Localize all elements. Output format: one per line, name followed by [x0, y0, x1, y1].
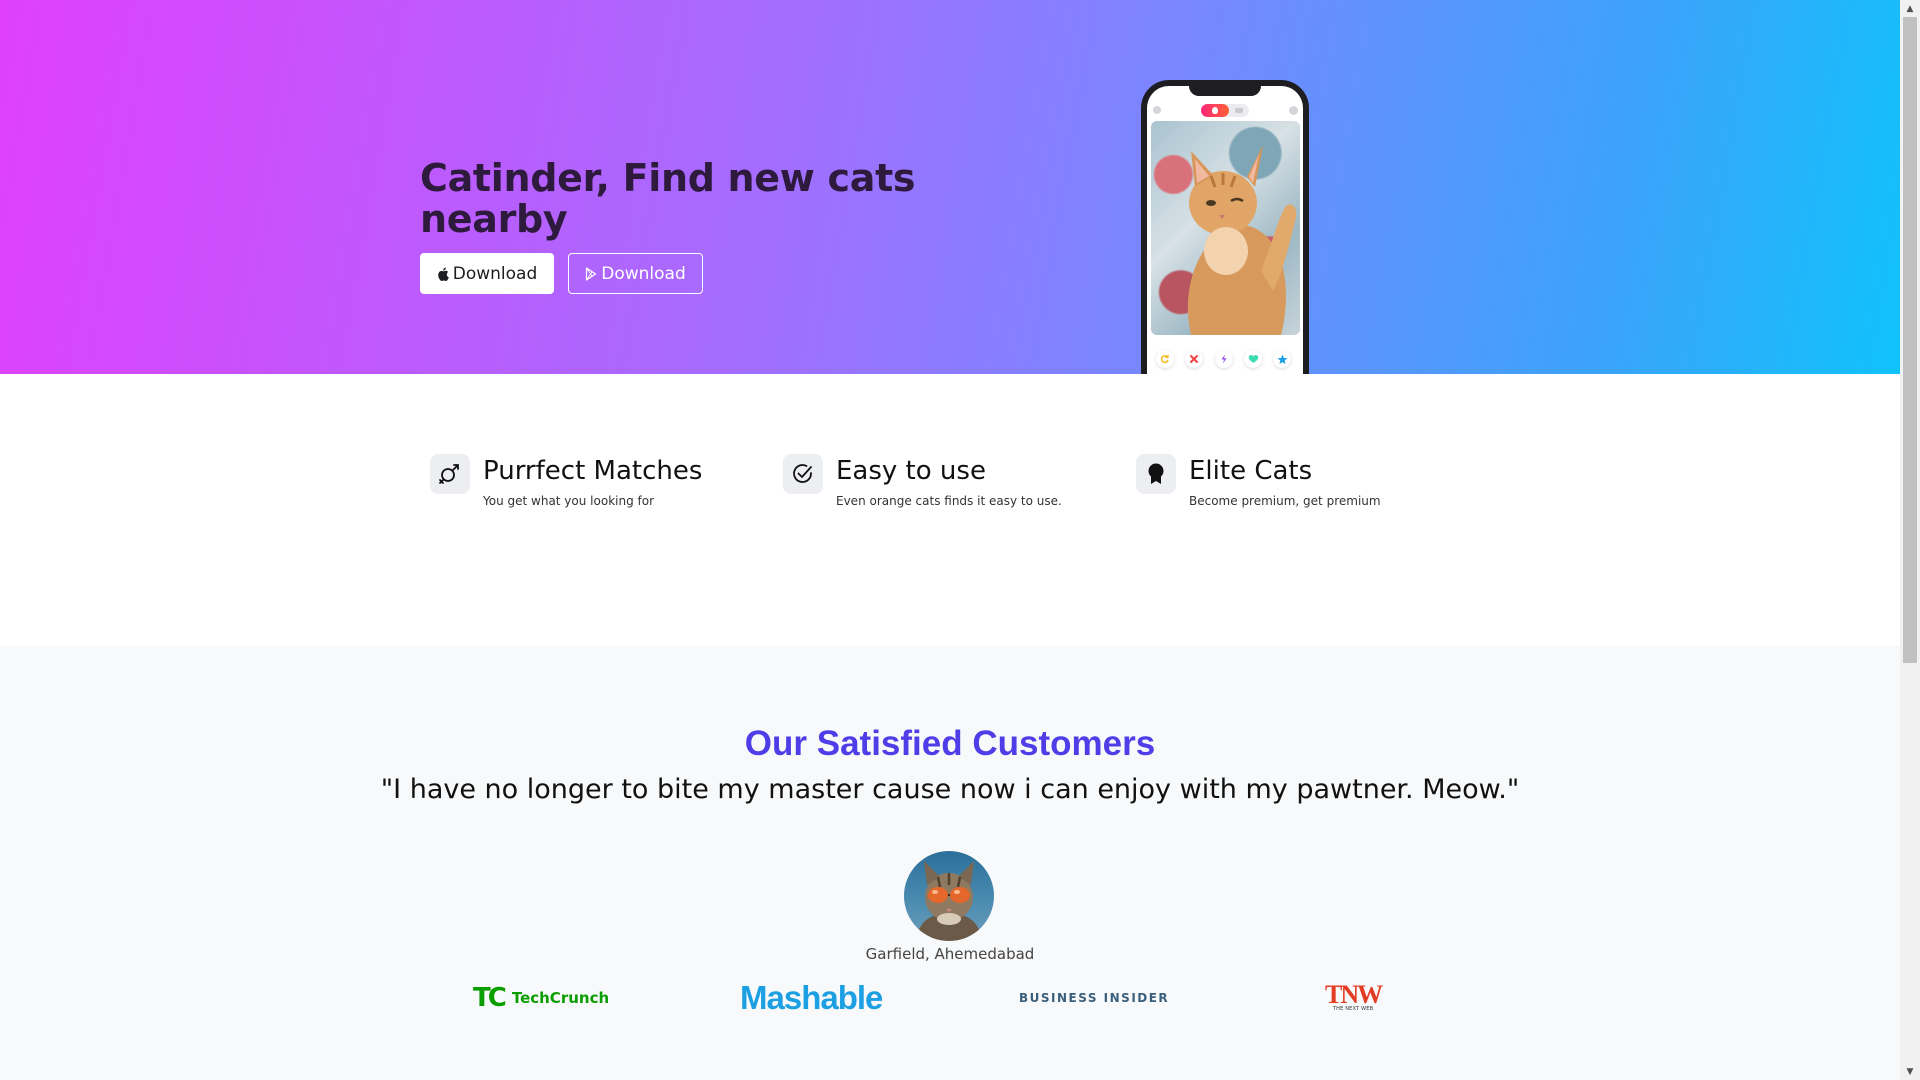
techcrunch-wordmark: TechCrunch	[511, 989, 610, 1007]
app-topbar	[1147, 103, 1303, 117]
testimonial-quote: "I have no longer to bite my master caus…	[380, 774, 1520, 805]
gender-symbol-icon	[430, 454, 470, 494]
feature-title: Easy to use	[836, 456, 986, 486]
rewind-icon	[1156, 350, 1174, 368]
feature-title: Elite Cats	[1189, 456, 1313, 486]
feature-purrfect-matches: Purrfect Matches You get what you lookin…	[430, 454, 750, 524]
hero-title: Catinder, Find new cats nearby	[420, 156, 916, 241]
grid-icon	[1235, 108, 1243, 113]
heart-icon	[1244, 350, 1262, 368]
google-play-icon	[585, 266, 597, 281]
testimonials-section: Our Satisfied Customers "I have no longe…	[0, 646, 1900, 1080]
techcrunch-logo: TC TechCrunch	[473, 978, 609, 1018]
feature-title: Purrfect Matches	[483, 456, 703, 486]
feature-description: You get what you looking for	[483, 494, 655, 508]
scroll-up-arrow-icon[interactable]: ▲	[1900, 0, 1920, 17]
google-play-download-button[interactable]: Download	[568, 253, 703, 294]
google-play-download-label: Download	[601, 263, 686, 284]
app-mode-toggle	[1201, 104, 1249, 117]
scroll-down-arrow-icon[interactable]: ▼	[1900, 1063, 1920, 1080]
phone-mockup	[1141, 80, 1309, 374]
mashable-logo: Mashable	[740, 979, 883, 1016]
vertical-scrollbar[interactable]: ▲ ▼	[1900, 0, 1920, 1080]
feature-easy-to-use: Easy to use Even orange cats finds it ea…	[783, 454, 1103, 524]
hero-section: Catinder, Find new cats nearby Download …	[0, 0, 1900, 374]
apple-icon	[437, 267, 449, 281]
tnw-mark: TNW	[1325, 980, 1383, 1009]
cat-photo	[1151, 121, 1300, 335]
customer-avatar	[904, 851, 994, 941]
flame-icon	[1201, 104, 1229, 117]
phone-notch	[1189, 86, 1261, 96]
apple-download-label: Download	[452, 263, 538, 284]
close-icon	[1185, 350, 1203, 368]
chat-icon	[1289, 106, 1298, 115]
business-insider-logo: BUSINESS INSIDER	[1019, 991, 1170, 1005]
testimonials-heading: Our Satisfied Customers	[744, 724, 1156, 763]
phone-screen	[1147, 86, 1303, 374]
tnw-logo: TNW THE NEXT WEB	[1325, 978, 1383, 1018]
scrollbar-thumb[interactable]	[1903, 17, 1917, 663]
boost-icon	[1215, 350, 1233, 368]
award-badge-icon	[1136, 454, 1176, 494]
techcrunch-mark: TC	[473, 983, 507, 1013]
star-icon	[1273, 350, 1291, 368]
feature-elite-cats: Elite Cats Become premium, get premium	[1136, 454, 1456, 524]
features-section: Purrfect Matches You get what you lookin…	[0, 374, 1900, 646]
testimonial-author: Garfield, Ahemedabad	[865, 945, 1035, 963]
tnw-subtitle: THE NEXT WEB	[1332, 1006, 1374, 1012]
feature-description: Become premium, get premium	[1189, 494, 1381, 508]
apple-download-button[interactable]: Download	[420, 253, 554, 294]
profile-icon	[1153, 106, 1161, 114]
feature-description: Even orange cats finds it easy to use.	[836, 494, 1062, 508]
swipe-actions	[1147, 346, 1303, 372]
check-circle-icon	[783, 454, 823, 494]
page: Catinder, Find new cats nearby Download …	[0, 0, 1900, 1080]
